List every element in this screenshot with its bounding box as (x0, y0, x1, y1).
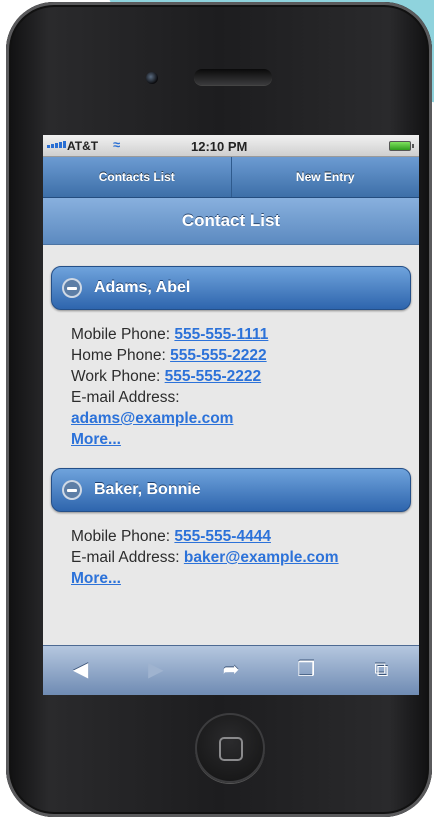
mobile-phone-link[interactable]: 555-555-1111 (174, 326, 268, 343)
contact-name: Adams, Abel (94, 279, 191, 296)
carrier-name: AT&T (67, 139, 99, 153)
bookmarks-icon[interactable]: ❒ (269, 646, 344, 695)
home-button[interactable] (195, 713, 265, 783)
mobile-phone-row: Mobile Phone: 555-555-4444 (71, 528, 271, 545)
tabs-icon[interactable]: ⧉ (344, 646, 419, 695)
front-camera (146, 72, 158, 84)
mobile-phone-link[interactable]: 555-555-4444 (174, 528, 271, 545)
contact-header-adams[interactable]: Adams, Abel (51, 266, 411, 310)
email-link[interactable]: baker@example.com (184, 549, 339, 566)
battery-icon (389, 141, 414, 151)
forward-icon[interactable]: ▶ (118, 646, 193, 695)
home-phone-link[interactable]: 555-555-2222 (170, 347, 267, 364)
signal-strength-icon (47, 141, 66, 148)
collapse-icon[interactable] (62, 480, 82, 500)
email-row: E-mail Address: baker@example.com (71, 549, 339, 566)
more-link[interactable]: More... (71, 431, 121, 448)
earpiece-speaker (194, 69, 272, 85)
navbar: Contacts List New Entry (43, 157, 419, 198)
email-link[interactable]: adams@example.com (71, 410, 233, 427)
back-icon[interactable]: ◀ (43, 646, 118, 695)
more-link[interactable]: More... (71, 570, 121, 587)
collapse-icon[interactable] (62, 278, 82, 298)
tab-contacts-list[interactable]: Contacts List (43, 157, 232, 197)
status-time: 12:10 PM (191, 139, 248, 154)
work-phone-link[interactable]: 555-555-2222 (165, 368, 262, 385)
email-label: E-mail Address: (71, 389, 180, 406)
status-bar: AT&T ≈ 12:10 PM (43, 135, 419, 157)
contact-list: Adams, Abel Mobile Phone: 555-555-1111 H… (43, 245, 419, 589)
browser-toolbar: ◀ ▶ ➦ ❒ ⧉ (43, 645, 419, 695)
phone-screen: AT&T ≈ 12:10 PM Contacts List New Entry … (43, 135, 419, 695)
page-title: Contact List (43, 198, 419, 245)
contact-header-baker[interactable]: Baker, Bonnie (51, 468, 411, 512)
home-phone-row: Home Phone: 555-555-2222 (71, 347, 267, 364)
home-square-icon (219, 737, 243, 761)
contact-name: Baker, Bonnie (94, 481, 201, 498)
tab-new-entry[interactable]: New Entry (232, 157, 420, 197)
work-phone-row: Work Phone: 555-555-2222 (71, 368, 262, 385)
phone-device: AT&T ≈ 12:10 PM Contacts List New Entry … (6, 2, 432, 817)
contact-details-adams: Mobile Phone: 555-555-1111 Home Phone: 5… (51, 310, 411, 450)
wifi-icon: ≈ (113, 137, 121, 152)
mobile-phone-row: Mobile Phone: 555-555-1111 (71, 326, 269, 343)
share-icon[interactable]: ➦ (193, 646, 268, 695)
contact-details-baker: Mobile Phone: 555-555-4444 E-mail Addres… (51, 512, 411, 589)
